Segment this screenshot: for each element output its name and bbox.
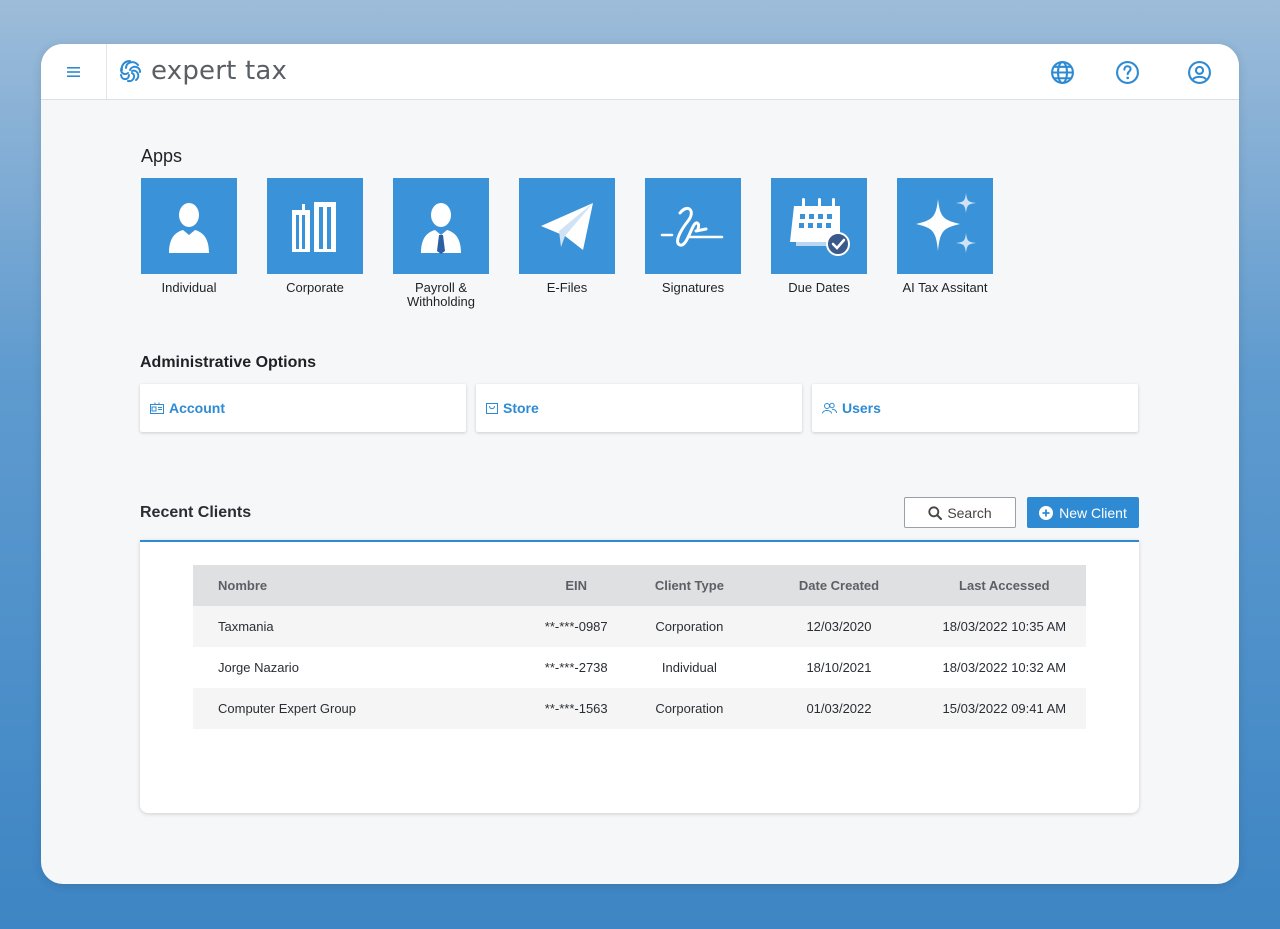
- plus-circle-icon: [1039, 505, 1054, 520]
- id-card-icon: [150, 402, 164, 414]
- cell-name: Jorge Nazario: [218, 660, 299, 675]
- app-label: AI Tax Assitant: [902, 280, 988, 295]
- recent-clients-heading: Recent Clients: [140, 504, 252, 521]
- employee-tie-icon: [421, 203, 461, 254]
- cell-ein: **-***-1563: [544, 701, 608, 716]
- logo[interactable]: expert tax: [117, 56, 287, 86]
- column-header-ein[interactable]: EIN: [469, 578, 623, 593]
- table-row[interactable]: Computer Expert Group **-***-1563 Corpor…: [193, 688, 1086, 729]
- app-ai-assistant[interactable]: AI Tax Assitant: [897, 178, 993, 295]
- cell-ein: **-***-2738: [544, 660, 608, 675]
- search-icon: [928, 505, 943, 520]
- column-header-client-type[interactable]: Client Type: [623, 578, 755, 593]
- admin-users[interactable]: Users: [812, 384, 1138, 432]
- account-button[interactable]: [1185, 58, 1213, 86]
- table-header: Nombre EIN Client Type Date Created Last…: [193, 565, 1086, 606]
- person-icon: [169, 203, 209, 253]
- language-button[interactable]: [1048, 58, 1076, 86]
- app-window: expert tax Apps Individual Corporate Pay…: [41, 44, 1239, 884]
- cell-client-type: Corporation: [655, 701, 724, 716]
- apps-heading: Apps: [141, 146, 183, 166]
- table-row[interactable]: Jorge Nazario **-***-2738 Individual 18/…: [193, 647, 1086, 688]
- cell-last-accessed: 18/03/2022 10:32 AM: [942, 660, 1067, 675]
- cell-date-created: 18/10/2021: [806, 660, 872, 675]
- brand-name: expert tax: [151, 56, 288, 86]
- signature-icon: [660, 207, 724, 247]
- column-header-name[interactable]: Nombre: [193, 578, 469, 593]
- app-signatures[interactable]: Signatures: [645, 178, 741, 295]
- cell-name: Taxmania: [218, 619, 274, 634]
- cell-client-type: Individual: [661, 660, 717, 675]
- bag-icon: [486, 403, 498, 414]
- admin-store-label: Store: [503, 400, 539, 416]
- app-label: Signatures: [661, 280, 725, 295]
- admin-store[interactable]: Store: [476, 384, 802, 432]
- swirl-logo-icon: [120, 60, 141, 83]
- app-label: E-Files: [546, 280, 588, 295]
- app-label: Due Dates: [788, 280, 850, 295]
- globe-icon: [1050, 60, 1074, 84]
- cell-date-created: 01/03/2022: [806, 701, 872, 716]
- admin-users-label: Users: [842, 400, 881, 416]
- recent-clients-table: Nombre EIN Client Type Date Created Last…: [193, 565, 1086, 729]
- menu-button[interactable]: [41, 44, 107, 99]
- column-header-last-accessed[interactable]: Last Accessed: [923, 578, 1086, 593]
- cell-client-type: Corporation: [655, 619, 724, 634]
- search-button-label: Search: [947, 504, 992, 521]
- help-icon: [1115, 60, 1139, 84]
- app-label: Individual: [161, 280, 217, 295]
- calendar-check-icon: [790, 198, 850, 256]
- top-bar: expert tax: [41, 44, 1239, 100]
- recent-clients-panel: Nombre EIN Client Type Date Created Last…: [140, 540, 1139, 813]
- search-button[interactable]: Search: [904, 497, 1016, 528]
- cell-ein: **-***-0987: [544, 619, 608, 634]
- app-due-dates[interactable]: Due Dates: [771, 178, 867, 295]
- building-icon: [292, 202, 336, 252]
- app-label: Payroll & Withholding: [407, 280, 475, 309]
- app-label: Corporate: [286, 280, 344, 295]
- cell-name: Computer Expert Group: [218, 701, 357, 716]
- column-header-date-created[interactable]: Date Created: [755, 578, 922, 593]
- paper-plane-icon: [541, 203, 593, 250]
- users-icon: [822, 402, 837, 414]
- menu-icon: [66, 66, 80, 77]
- cell-date-created: 12/03/2020: [806, 619, 872, 634]
- app-corporate[interactable]: Corporate: [267, 178, 363, 295]
- cell-last-accessed: 15/03/2022 09:41 AM: [942, 701, 1067, 716]
- user-account-icon: [1187, 60, 1211, 84]
- app-payroll[interactable]: Payroll & Withholding: [393, 178, 489, 309]
- admin-account-label: Account: [169, 400, 225, 416]
- new-client-button[interactable]: New Client: [1027, 497, 1139, 528]
- admin-heading: Administrative Options: [140, 354, 317, 371]
- app-individual[interactable]: Individual: [141, 178, 237, 295]
- admin-account[interactable]: Account: [140, 384, 466, 432]
- new-client-label: New Client: [1059, 504, 1127, 521]
- table-row[interactable]: Taxmania **-***-0987 Corporation 12/03/2…: [193, 606, 1086, 647]
- app-efiles[interactable]: E-Files: [519, 178, 615, 295]
- sparkles-icon: [916, 193, 976, 253]
- cell-last-accessed: 18/03/2022 10:35 AM: [942, 619, 1067, 634]
- help-button[interactable]: [1113, 58, 1141, 86]
